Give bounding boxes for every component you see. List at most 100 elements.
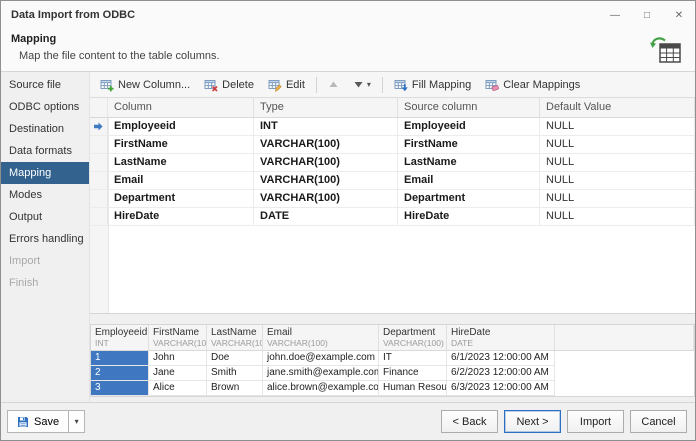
preview-column-header: FirstName VARCHAR(100) — [149, 325, 207, 351]
mapping-source-cell[interactable]: LastName — [398, 154, 540, 172]
preview-cell: Finance — [379, 366, 447, 381]
new-column-button[interactable]: New Column... — [94, 75, 196, 95]
sidebar-item-errors-handling[interactable]: Errors handling — [1, 228, 89, 250]
mapping-grid: Column Type Source column Default Value … — [90, 98, 695, 314]
move-down-button[interactable]: ▾ — [347, 76, 377, 93]
mapping-source-cell[interactable]: Email — [398, 172, 540, 190]
row-indicator-cell — [90, 172, 108, 190]
mapping-row[interactable]: HireDate DATE HireDate NULL — [90, 208, 695, 226]
import-table-icon — [650, 36, 682, 64]
fill-mapping-label: Fill Mapping — [412, 79, 471, 91]
next-button[interactable]: Next > — [504, 410, 561, 433]
preview-column-name: HireDate — [451, 327, 550, 338]
mapping-column-cell[interactable]: LastName — [108, 154, 254, 172]
sidebar-item-modes[interactable]: Modes — [1, 184, 89, 206]
mapping-column-cell[interactable]: HireDate — [108, 208, 254, 226]
mapping-default-cell[interactable]: NULL — [540, 208, 695, 226]
fill-mapping-button[interactable]: Fill Mapping — [388, 75, 477, 95]
mapping-default-cell[interactable]: NULL — [540, 136, 695, 154]
sidebar-item-destination[interactable]: Destination — [1, 118, 89, 140]
preview-column-name: LastName — [211, 327, 258, 338]
preview-cell: Alice — [149, 381, 207, 396]
mapping-default-cell[interactable]: NULL — [540, 190, 695, 208]
header-default-value: Default Value — [540, 98, 695, 118]
save-dropdown-button[interactable]: ▾ — [69, 410, 85, 433]
mapping-default-cell[interactable]: NULL — [540, 154, 695, 172]
back-button[interactable]: < Back — [441, 410, 498, 433]
move-up-button[interactable] — [322, 76, 345, 93]
preview-key-cell: 2 — [91, 366, 149, 381]
preview-column-header: Email VARCHAR(100) — [263, 325, 379, 351]
new-column-icon — [100, 78, 114, 92]
clear-mappings-label: Clear Mappings — [503, 79, 580, 91]
mapping-type-cell[interactable]: INT — [254, 118, 398, 136]
arrow-down-icon — [353, 79, 364, 90]
clear-mappings-button[interactable]: Clear Mappings — [479, 75, 586, 95]
mapping-type-cell[interactable]: VARCHAR(100) — [254, 172, 398, 190]
page-title: Mapping — [11, 33, 56, 45]
preview-column-name: Email — [267, 327, 374, 338]
row-indicator-header-cell — [90, 98, 108, 118]
preview-column-header: HireDate DATE — [447, 325, 555, 351]
save-label: Save — [34, 416, 59, 428]
preview-cell: IT — [379, 351, 447, 366]
edit-column-icon — [268, 78, 282, 92]
mapping-toolbar: New Column... Delete — [90, 72, 695, 98]
mapping-column-cell[interactable]: FirstName — [108, 136, 254, 154]
preview-cell: John — [149, 351, 207, 366]
delete-column-label: Delete — [222, 79, 254, 91]
mapping-column-cell[interactable]: Email — [108, 172, 254, 190]
mapping-type-cell[interactable]: DATE — [254, 208, 398, 226]
preview-cell: Human Resources — [379, 381, 447, 396]
preview-cell: Jane — [149, 366, 207, 381]
mapping-default-cell[interactable]: NULL — [540, 172, 695, 190]
import-button[interactable]: Import — [567, 410, 624, 433]
sidebar-item-output[interactable]: Output — [1, 206, 89, 228]
mapping-column-cell[interactable]: Employeeid — [108, 118, 254, 136]
preview-cell: Smith — [207, 366, 263, 381]
move-down-dropdown-caret: ▾ — [367, 80, 371, 89]
mapping-source-cell[interactable]: Department — [398, 190, 540, 208]
sidebar-item-source-file[interactable]: Source file — [1, 74, 89, 96]
cancel-button[interactable]: Cancel — [630, 410, 687, 433]
sidebar-item-mapping[interactable]: Mapping — [1, 162, 89, 184]
header-source-column: Source column — [398, 98, 540, 118]
minimize-button[interactable]: — — [599, 1, 631, 29]
sidebar-item-data-formats[interactable]: Data formats — [1, 140, 89, 162]
mapping-type-cell[interactable]: VARCHAR(100) — [254, 136, 398, 154]
preview-row[interactable]: 1 John Doe john.doe@example.com IT 6/1/2… — [91, 351, 694, 366]
sidebar-item-odbc-options[interactable]: ODBC options — [1, 96, 89, 118]
preview-row[interactable]: 2 Jane Smith jane.smith@example.com Fina… — [91, 366, 694, 381]
mapping-type-cell[interactable]: VARCHAR(100) — [254, 190, 398, 208]
edit-column-label: Edit — [286, 79, 305, 91]
mapping-source-cell[interactable]: FirstName — [398, 136, 540, 154]
preview-cell: john.doe@example.com — [263, 351, 379, 366]
mapping-row[interactable]: Email VARCHAR(100) Email NULL — [90, 172, 695, 190]
mapping-row[interactable]: FirstName VARCHAR(100) FirstName NULL — [90, 136, 695, 154]
sidebar-item-finish: Finish — [1, 272, 89, 294]
mapping-grid-header-row: Column Type Source column Default Value — [90, 98, 695, 118]
edit-column-button[interactable]: Edit — [262, 75, 311, 95]
preview-column-type: VARCHAR(100) — [383, 338, 442, 348]
mapping-source-cell[interactable]: HireDate — [398, 208, 540, 226]
toolbar-separator — [382, 77, 383, 93]
arrow-up-icon — [328, 79, 339, 90]
mapping-default-cell[interactable]: NULL — [540, 118, 695, 136]
preview-row[interactable]: 3 Alice Brown alice.brown@example.com Hu… — [91, 381, 694, 396]
footer-bar: Save ▾ < Back Next > Import Cancel — [1, 402, 695, 440]
mapping-type-cell[interactable]: VARCHAR(100) — [254, 154, 398, 172]
delete-column-icon — [204, 78, 218, 92]
mapping-source-cell[interactable]: Employeeid — [398, 118, 540, 136]
mapping-row[interactable]: Employeeid INT Employeeid NULL — [90, 118, 695, 136]
save-button[interactable]: Save — [7, 410, 69, 433]
preview-filler-cell — [555, 351, 694, 366]
mapping-column-cell[interactable]: Department — [108, 190, 254, 208]
header-type: Type — [254, 98, 398, 118]
row-indicator-cell — [90, 208, 108, 226]
maximize-button[interactable]: □ — [631, 1, 663, 29]
mapping-row[interactable]: Department VARCHAR(100) Department NULL — [90, 190, 695, 208]
preview-filler-cell — [555, 366, 694, 381]
mapping-row[interactable]: LastName VARCHAR(100) LastName NULL — [90, 154, 695, 172]
close-button[interactable]: ✕ — [663, 1, 695, 29]
delete-column-button[interactable]: Delete — [198, 75, 260, 95]
